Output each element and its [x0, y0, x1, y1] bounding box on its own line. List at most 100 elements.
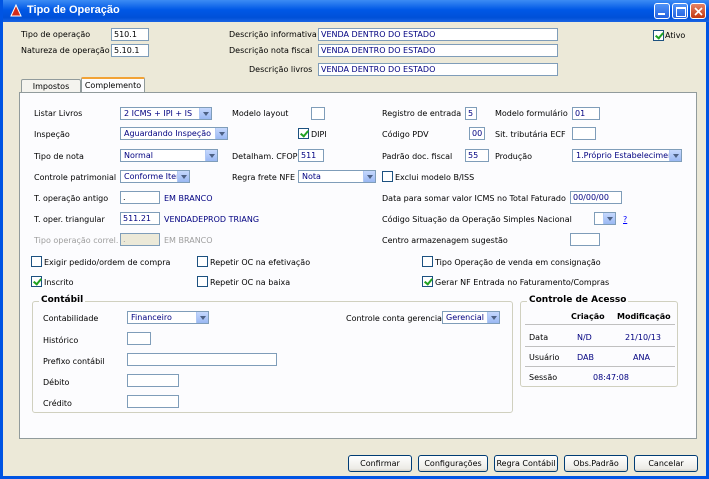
- tipo-operacao-correl-field: .: [120, 233, 160, 246]
- maximize-button[interactable]: [672, 3, 688, 19]
- t-operacao-antigo-field[interactable]: .: [120, 191, 160, 204]
- descricao-livros-label: Descrição livros: [249, 65, 313, 74]
- chevron-down-icon: [363, 171, 375, 182]
- window-title: Tipo de Operação: [27, 4, 120, 16]
- col-criacao-header: Criação: [571, 312, 605, 321]
- data-modificacao-value: 21/10/13: [625, 333, 661, 342]
- descricao-nota-field[interactable]: VENDA DENTRO DO ESTADO: [318, 44, 558, 57]
- chevron-down-icon: [205, 150, 217, 161]
- usuario-modificacao-value: ANA: [633, 353, 650, 362]
- inspecao-select[interactable]: Aguardando Inspeção: [120, 127, 228, 140]
- regra-contabil-button[interactable]: Regra Contábil: [494, 455, 558, 472]
- listar-livros-label: Listar Livros: [34, 109, 83, 118]
- sessao-value: 08:47:08: [593, 373, 629, 382]
- tipo-operacao-correl-desc: EM BRANCO: [164, 236, 213, 245]
- contabil-group: Contábil Contabilidade Financeiro Contro…: [32, 295, 513, 413]
- inspecao-value: Aguardando Inspeção: [124, 129, 212, 138]
- divider: [525, 324, 675, 325]
- gerar-nf-checkbox[interactable]: [422, 276, 433, 287]
- descricao-informativa-field[interactable]: VENDA DENTRO DO ESTADO: [318, 28, 558, 41]
- ativo-label: Ativo: [665, 31, 686, 40]
- app-icon: [10, 4, 22, 17]
- modelo-layout-label: Modelo layout: [232, 109, 289, 118]
- exigir-pedido-checkbox[interactable]: [31, 256, 42, 267]
- help-link[interactable]: ?: [623, 215, 627, 224]
- dipi-checkbox[interactable]: [298, 128, 309, 139]
- sit-tributaria-label: Sit. tributária ECF: [495, 130, 566, 139]
- producao-select[interactable]: 1.Próprio Estabelecimer: [572, 149, 682, 162]
- minimize-button[interactable]: [654, 3, 670, 19]
- registro-entrada-label: Registro de entrada: [382, 109, 462, 118]
- detalham-cfop-label: Detalham. CFOP: [232, 152, 298, 161]
- repetir-oc-efetivacao-label: Repetir OC na efetivação: [210, 258, 311, 267]
- data-row-label: Data: [529, 333, 549, 342]
- centro-armazenagem-field[interactable]: [570, 233, 600, 246]
- tipo-op-consignacao-checkbox[interactable]: [422, 256, 433, 267]
- obs-padrao-button[interactable]: Obs.Padrão: [564, 455, 628, 472]
- inscrito-checkbox[interactable]: [31, 276, 42, 287]
- inspecao-label: Inspeção: [34, 130, 70, 139]
- controle-acesso-title: Controle de Acesso: [527, 295, 629, 305]
- tipo-nota-select[interactable]: Normal: [120, 149, 218, 162]
- t-oper-triangular-field[interactable]: 511.21: [120, 212, 160, 225]
- usuario-row-label: Usuário: [529, 353, 560, 362]
- prefixo-contabil-label: Prefixo contábil: [43, 357, 105, 366]
- contabil-title: Contábil: [39, 295, 86, 305]
- confirmar-button[interactable]: Confirmar: [348, 455, 412, 472]
- tipo-op-consignacao-label: Tipo Operação de venda em consignação: [435, 258, 601, 267]
- exclui-modelo-checkbox[interactable]: [382, 171, 393, 182]
- repetir-oc-baixa-label: Repetir OC na baixa: [210, 278, 291, 287]
- minimize-icon: [658, 13, 665, 15]
- cancelar-button[interactable]: Cancelar: [634, 455, 698, 472]
- codigo-pdv-field[interactable]: 00: [469, 127, 485, 140]
- tab-panel-complemento: Listar Livros 2 ICMS + IPI + IS Modelo l…: [19, 92, 697, 439]
- inscrito-label: Inscrito: [44, 278, 74, 287]
- listar-livros-select[interactable]: 2 ICMS + IPI + IS: [120, 107, 212, 120]
- modelo-formulario-field[interactable]: 01: [572, 107, 600, 120]
- chevron-down-icon: [487, 312, 499, 323]
- modelo-formulario-label: Modelo formulário: [495, 109, 568, 118]
- controle-acesso-group: Controle de Acesso Criação Modificação D…: [520, 295, 678, 387]
- chevron-down-icon: [603, 213, 615, 224]
- historico-label: Histórico: [43, 336, 79, 345]
- modelo-layout-field[interactable]: [311, 107, 325, 120]
- codigo-situacao-select[interactable]: [594, 212, 616, 225]
- contabilidade-select[interactable]: Financeiro: [127, 311, 209, 324]
- controle-conta-label: Controle conta gerencial: [346, 314, 445, 323]
- divider: [525, 346, 675, 347]
- codigo-pdv-label: Código PDV: [382, 130, 429, 139]
- detalham-cfop-field[interactable]: 511: [298, 149, 324, 162]
- descricao-livros-field[interactable]: VENDA DENTRO DO ESTADO: [318, 63, 558, 76]
- configuracoes-button[interactable]: Configurações: [418, 455, 488, 472]
- chevron-down-icon: [669, 150, 681, 161]
- debito-label: Débito: [43, 378, 70, 387]
- close-button[interactable]: [690, 3, 706, 19]
- controle-patrimonial-select[interactable]: Conforme Iten: [120, 170, 190, 183]
- data-somar-field[interactable]: 00/00/00: [570, 191, 622, 204]
- repetir-oc-efetivacao-checkbox[interactable]: [197, 256, 208, 267]
- sit-tributaria-field[interactable]: [572, 127, 596, 140]
- historico-field[interactable]: [127, 332, 151, 345]
- t-oper-triangular-label: T. oper. triangular: [34, 215, 105, 224]
- credito-field[interactable]: [127, 395, 179, 408]
- close-icon: [694, 7, 703, 16]
- chevron-down-icon: [215, 128, 227, 139]
- repetir-oc-baixa-checkbox[interactable]: [197, 276, 208, 287]
- prefixo-contabil-field[interactable]: [127, 353, 277, 366]
- data-somar-label: Data para somar valor ICMS no Total Fatu…: [382, 194, 566, 203]
- t-operacao-antigo-label: T. operação antigo: [34, 194, 109, 203]
- regra-frete-select[interactable]: Nota: [298, 170, 376, 183]
- gerar-nf-label: Gerar NF Entrada no Faturamento/Compras: [435, 278, 610, 287]
- controle-conta-select[interactable]: Gerencial: [442, 311, 500, 324]
- natureza-operacao-field[interactable]: 5.10.1: [111, 44, 149, 57]
- tipo-operacao-field[interactable]: 510.1: [111, 28, 149, 41]
- registro-entrada-field[interactable]: 5: [465, 107, 477, 120]
- tipo-nota-label: Tipo de nota: [34, 152, 84, 161]
- title-bar[interactable]: Tipo de Operação: [3, 0, 709, 22]
- col-modificacao-header: Modificação: [617, 312, 671, 321]
- chevron-down-icon: [196, 312, 208, 323]
- padrao-doc-field[interactable]: 55: [465, 149, 489, 162]
- debito-field[interactable]: [127, 374, 179, 387]
- exclui-modelo-label: Exclui modelo B/ISS: [395, 173, 475, 182]
- ativo-checkbox[interactable]: [653, 30, 664, 41]
